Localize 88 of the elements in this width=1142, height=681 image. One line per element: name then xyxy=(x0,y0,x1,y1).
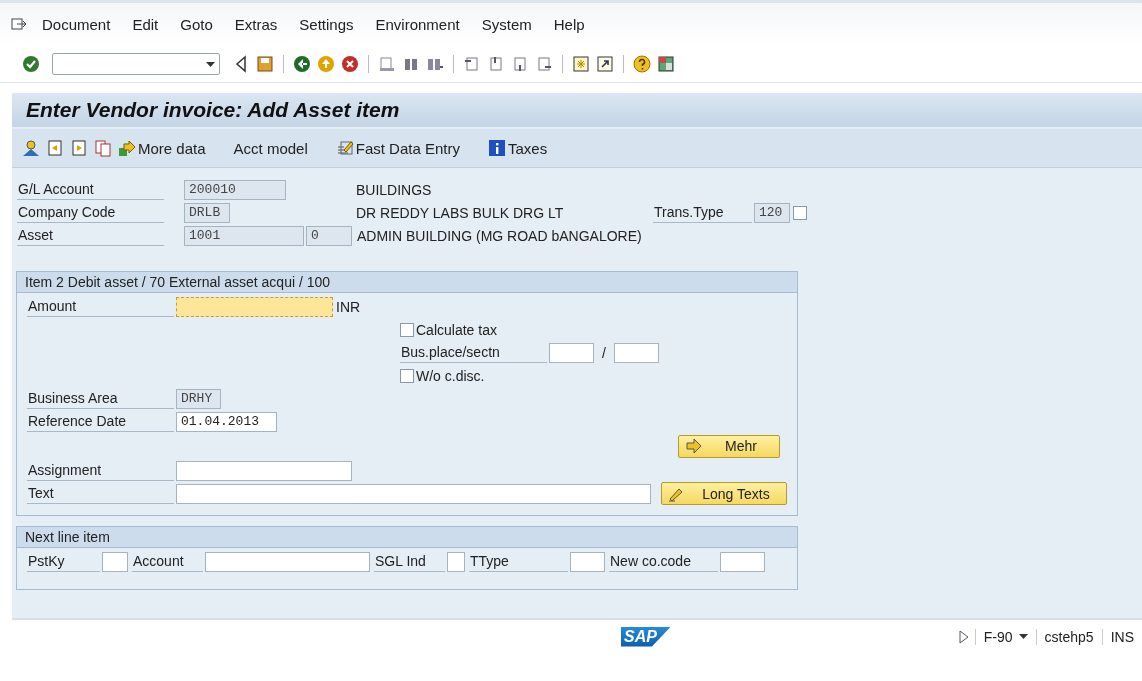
exit-icon[interactable] xyxy=(317,55,335,73)
menu-item[interactable]: Help xyxy=(553,16,585,33)
pen-list-icon[interactable] xyxy=(335,139,354,157)
menu-item[interactable]: Document xyxy=(42,16,111,33)
company-code-field[interactable]: DRLB xyxy=(184,202,230,223)
last-page-icon[interactable] xyxy=(535,55,553,73)
save-icon[interactable] xyxy=(256,55,274,73)
reference-date-field[interactable]: 01.04.2013 xyxy=(176,411,277,432)
print-icon[interactable] xyxy=(378,55,396,73)
info-icon[interactable] xyxy=(487,139,506,157)
field-label: G/L Account xyxy=(17,179,164,200)
server-name: cstehp5 xyxy=(1035,628,1102,645)
group-title: Next line item xyxy=(17,527,797,548)
menu-item[interactable]: System xyxy=(481,16,532,33)
menu-item[interactable]: Goto xyxy=(180,16,213,33)
field-label: Trans.Type xyxy=(653,202,752,223)
asset-description: ADMIN BUILDING (MG ROAD bANGALORE) xyxy=(357,227,642,244)
input-mode: INS xyxy=(1101,628,1142,645)
section-field[interactable] xyxy=(614,342,659,363)
toolbar-button[interactable]: Fast Data Entry xyxy=(335,139,460,157)
company-description: DR REDDY LABS BULK DRG LT xyxy=(356,204,565,221)
checkbox[interactable] xyxy=(400,322,414,337)
separator: / xyxy=(601,344,607,361)
field-label: TType xyxy=(469,551,568,572)
input-field[interactable] xyxy=(102,551,128,572)
screen-title: Enter Vendor invoice: Add Asset item xyxy=(26,98,400,122)
cancel-icon[interactable] xyxy=(341,55,359,73)
command-field[interactable] xyxy=(52,53,220,75)
assignment-field[interactable] xyxy=(176,460,352,481)
back-icon[interactable] xyxy=(293,55,311,73)
mehr-button[interactable]: Mehr xyxy=(678,434,780,458)
amount-field[interactable] xyxy=(176,296,333,317)
field-label: PstKy xyxy=(27,551,100,572)
field-label: Business Area xyxy=(27,388,174,409)
copy-icon[interactable] xyxy=(94,139,112,157)
account-field[interactable]: 200010 xyxy=(184,179,286,200)
account-description: BUILDINGS xyxy=(356,181,432,198)
currency: INR xyxy=(336,298,361,315)
menu-item[interactable]: Environment xyxy=(375,16,460,33)
arrow-icon[interactable] xyxy=(118,139,136,157)
group-title: Item 2 Debit asset / 70 External asset acqui / 100 xyxy=(17,272,797,293)
checkbox-label: Calculate tax xyxy=(416,321,497,338)
toolbar-button[interactable]: Taxes xyxy=(487,139,548,157)
business-area-field[interactable]: DRHY xyxy=(176,388,221,409)
help-icon[interactable] xyxy=(633,55,651,73)
logo: SAP xyxy=(621,626,671,647)
field-label: Assignment xyxy=(27,460,174,481)
input-field[interactable] xyxy=(570,551,605,572)
input-field[interactable] xyxy=(205,551,370,572)
field-label: Amount xyxy=(27,296,174,317)
status-triangle-icon[interactable] xyxy=(958,629,969,644)
input-field[interactable] xyxy=(447,551,465,572)
field-label: Account xyxy=(132,551,203,572)
field-label: Bus.place/sectn xyxy=(400,342,547,363)
next-page-icon[interactable] xyxy=(511,55,529,73)
business-place-field[interactable] xyxy=(549,342,594,363)
menu-item[interactable]: Extras xyxy=(234,16,278,33)
arrow-icon[interactable] xyxy=(685,437,703,455)
shortcut-icon[interactable] xyxy=(596,55,614,73)
checkbox-label: W/o c.disc. xyxy=(416,367,485,384)
previous-page-icon[interactable] xyxy=(487,55,505,73)
field-label: New co.code xyxy=(609,551,718,572)
previous-document-icon[interactable] xyxy=(46,139,64,157)
dropdown-caret-icon[interactable] xyxy=(206,61,215,67)
subnumber-field[interactable]: 0 xyxy=(306,225,352,246)
next-document-icon[interactable] xyxy=(70,139,88,157)
enter-icon[interactable] xyxy=(22,55,40,73)
field-label: SGL Ind xyxy=(374,551,445,572)
checkbox[interactable] xyxy=(400,368,414,383)
menu-item[interactable]: Edit xyxy=(132,16,159,33)
new-window-icon[interactable] xyxy=(572,55,590,73)
toolbar-button[interactable]: Acct model xyxy=(233,139,308,157)
trans-type-field[interactable]: 120 xyxy=(754,202,790,223)
text-field[interactable] xyxy=(176,483,651,504)
person-icon[interactable] xyxy=(22,139,40,157)
layout-icon[interactable] xyxy=(657,55,675,73)
asset-field[interactable]: 1001 xyxy=(184,225,304,246)
long-texts-button[interactable]: Long Texts xyxy=(661,482,787,505)
field-label: Company Code xyxy=(17,202,164,223)
field-label: Asset xyxy=(17,225,164,246)
field-label: Reference Date xyxy=(27,411,174,432)
toolbar-button[interactable]: More data xyxy=(118,139,206,157)
input-field[interactable] xyxy=(720,551,765,572)
field-label: Text xyxy=(27,483,174,504)
menu-item[interactable]: Settings xyxy=(299,16,354,33)
first-page-icon[interactable] xyxy=(463,55,481,73)
transaction-code[interactable]: F-90 xyxy=(974,628,1036,645)
checkbox[interactable] xyxy=(793,205,807,220)
